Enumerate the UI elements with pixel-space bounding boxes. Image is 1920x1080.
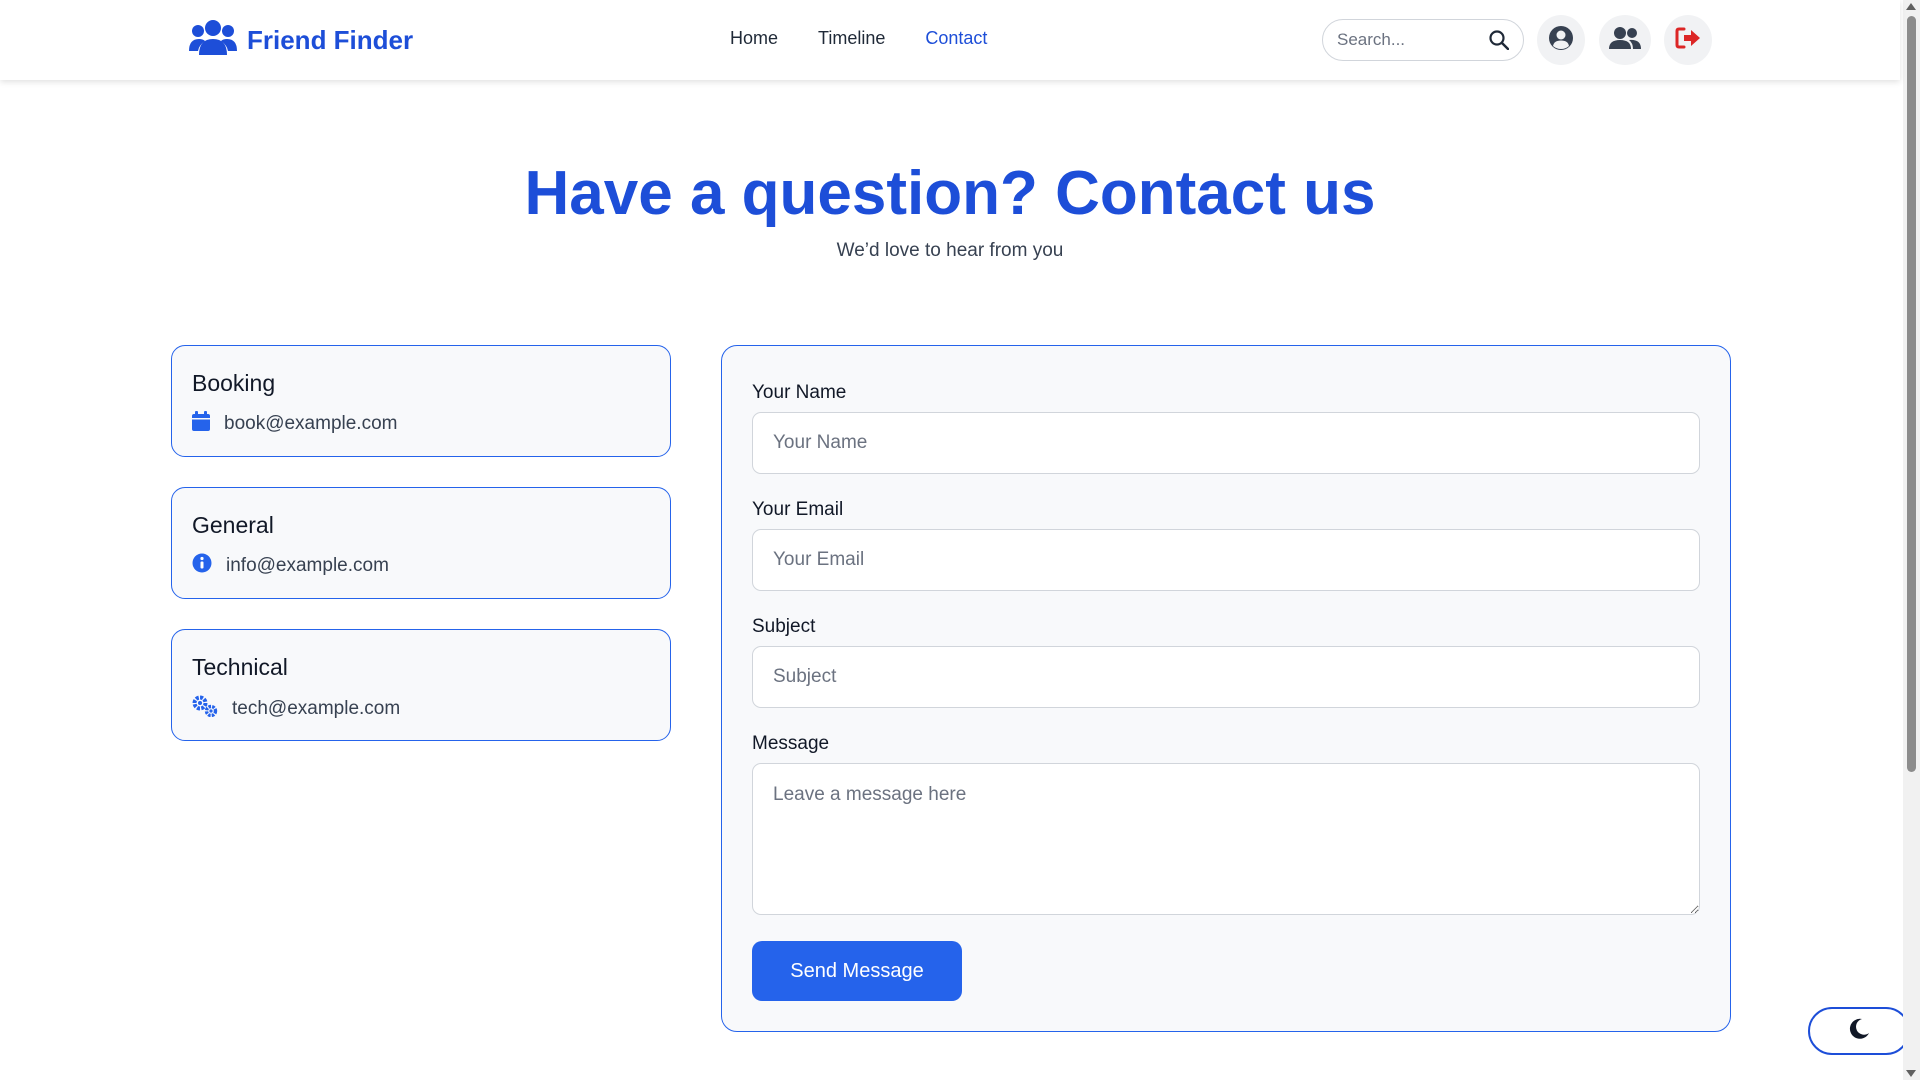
- contact-card-technical: Technical tech@example.com: [171, 629, 671, 741]
- nav-link-contact[interactable]: Contact: [925, 28, 987, 49]
- navbar: Friend Finder Home Timeline Contact: [0, 0, 1900, 80]
- nav-links: Home Timeline Contact: [730, 28, 987, 49]
- scrollbar[interactable]: [1903, 0, 1920, 1080]
- subject-field[interactable]: [752, 646, 1700, 708]
- user-circle-icon: [1548, 25, 1574, 56]
- users-icon: [1609, 26, 1641, 55]
- theme-toggle-button[interactable]: [1808, 1007, 1910, 1055]
- email-field[interactable]: [752, 529, 1700, 591]
- search-input[interactable]: [1337, 30, 1477, 50]
- page-subtitle: We’d love to hear from you: [836, 240, 1064, 261]
- scroll-down-arrow-icon[interactable]: [1906, 1070, 1916, 1077]
- contact-form: Your Name Your Email Subject Message Sen…: [721, 345, 1731, 1032]
- sign-out-icon: [1675, 26, 1701, 55]
- email-label: Your Email: [752, 499, 844, 520]
- name-label: Your Name: [752, 382, 847, 403]
- contact-email[interactable]: book@example.com: [224, 413, 397, 435]
- nav-link-timeline[interactable]: Timeline: [818, 28, 885, 49]
- contact-card-general: General info@example.com: [171, 487, 671, 599]
- profile-button[interactable]: [1537, 15, 1585, 65]
- page-title: Have a question? Contact us: [524, 159, 1376, 228]
- calendar-icon: [192, 411, 210, 437]
- contact-email[interactable]: tech@example.com: [232, 698, 400, 720]
- contact-card-title: Booking: [192, 370, 276, 396]
- friends-button[interactable]: [1599, 15, 1651, 65]
- message-label: Message: [752, 733, 830, 754]
- contact-email[interactable]: info@example.com: [226, 555, 389, 577]
- moon-icon: [1847, 1017, 1871, 1046]
- contact-card-booking: Booking book@example.com: [171, 345, 671, 457]
- nav-link-home[interactable]: Home: [730, 28, 778, 49]
- logout-button[interactable]: [1664, 15, 1712, 65]
- users-icon: [189, 19, 237, 62]
- search-box: [1322, 19, 1524, 61]
- info-circle-icon: [192, 553, 212, 579]
- contact-card-title: General: [192, 512, 274, 538]
- name-field[interactable]: [752, 412, 1700, 474]
- message-field[interactable]: [752, 763, 1700, 915]
- send-message-button[interactable]: Send Message: [752, 941, 962, 1001]
- brand-logo[interactable]: Friend Finder: [189, 19, 413, 62]
- search-icon[interactable]: [1489, 30, 1509, 50]
- brand-name: Friend Finder: [247, 25, 414, 55]
- contact-card-title: Technical: [192, 654, 288, 680]
- gears-icon: [192, 695, 218, 723]
- subject-label: Subject: [752, 616, 816, 637]
- scrollbar-thumb[interactable]: [1907, 16, 1916, 772]
- scroll-up-arrow-icon[interactable]: [1906, 3, 1916, 10]
